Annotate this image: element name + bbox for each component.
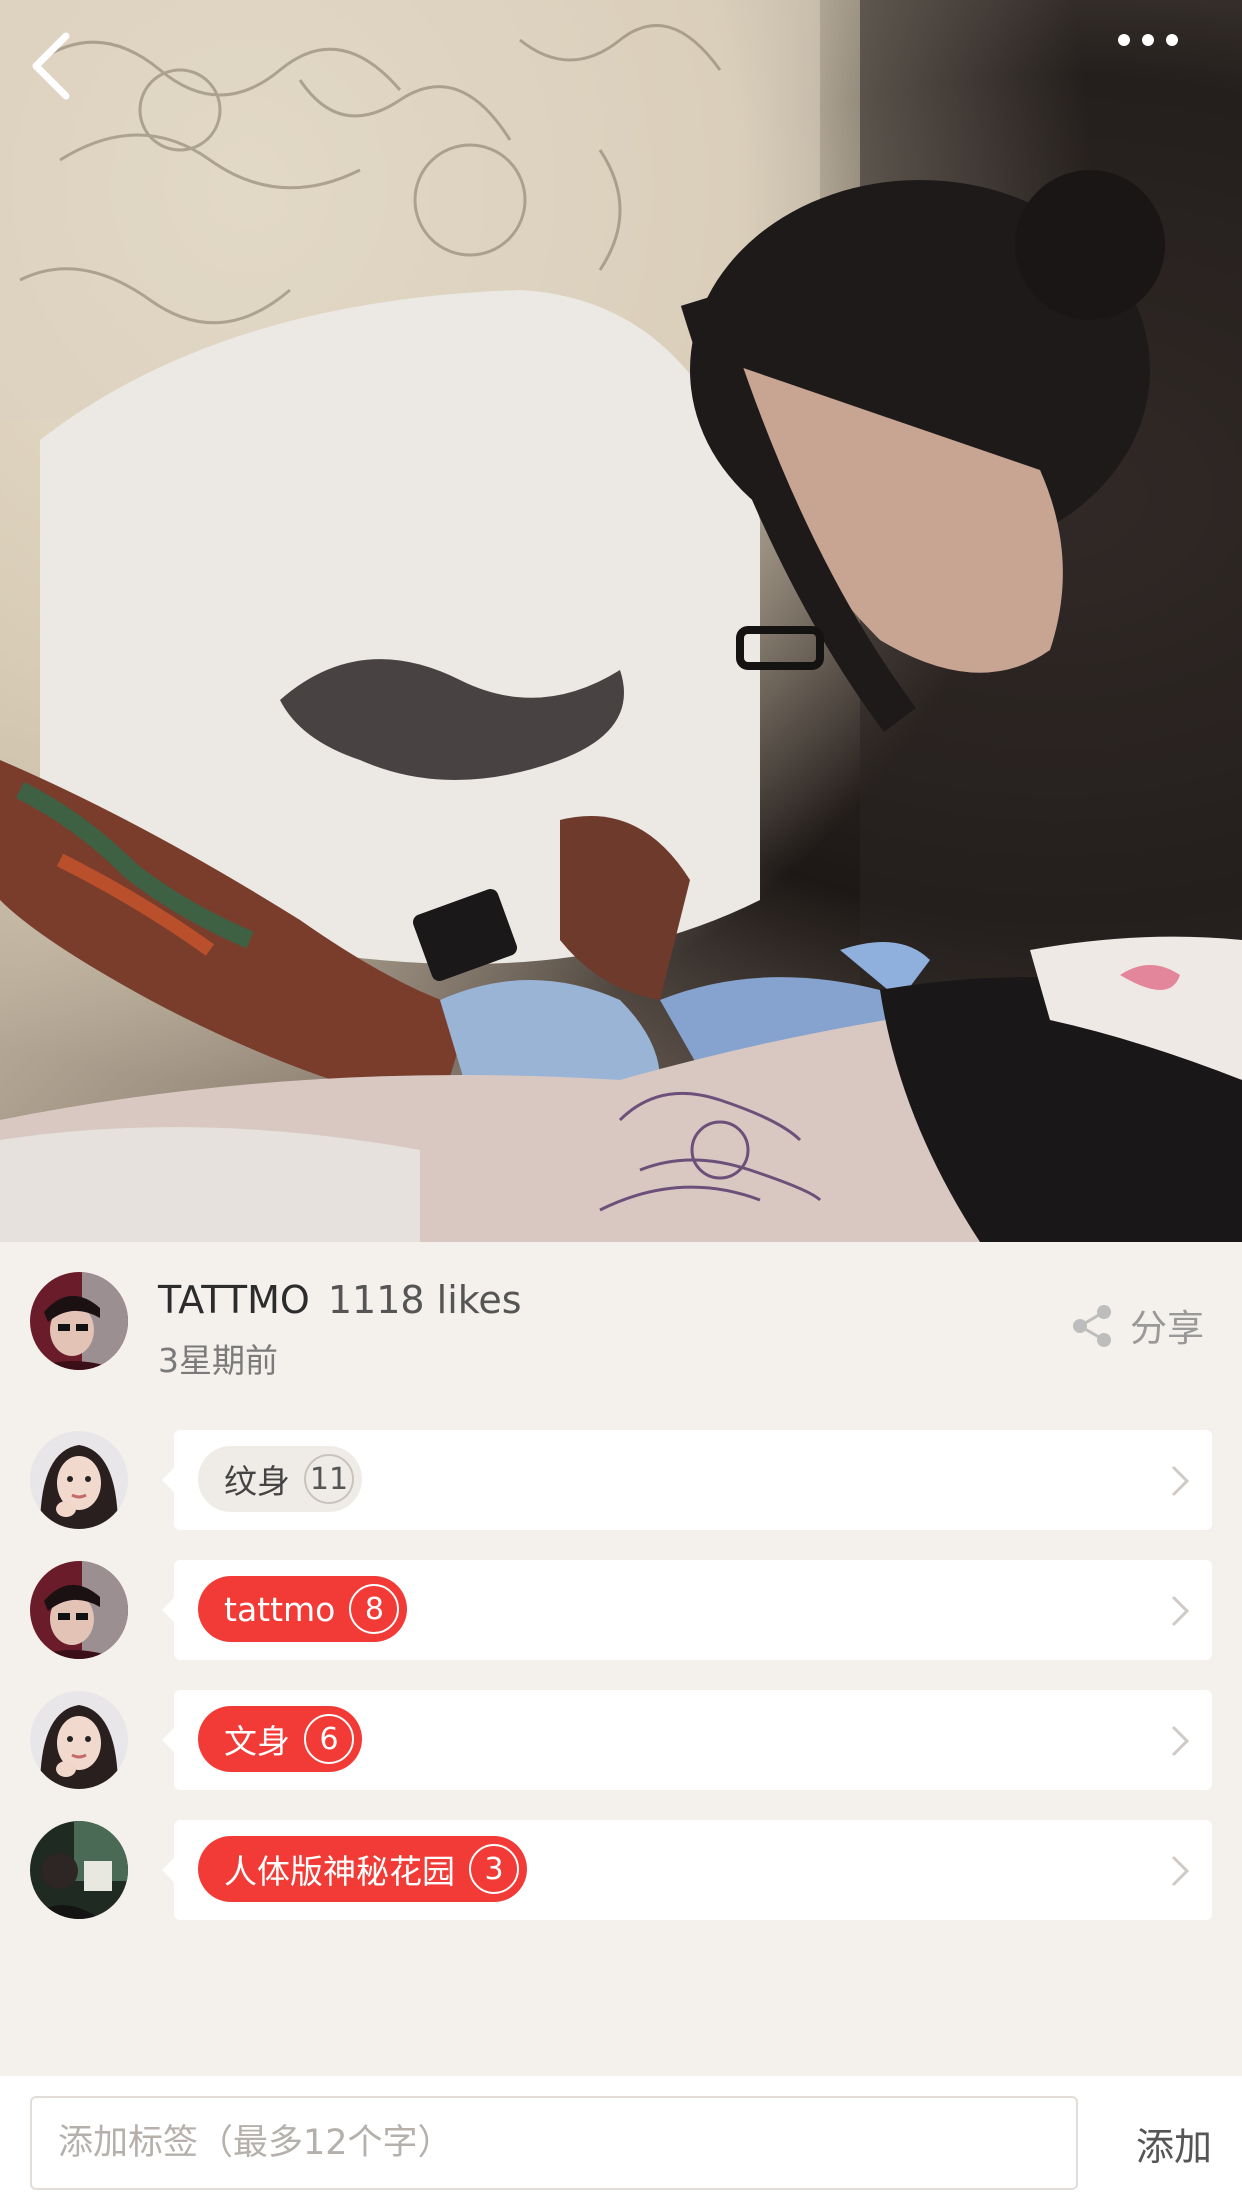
chevron-left-icon — [32, 32, 70, 100]
user-avatar-image — [30, 1431, 128, 1529]
more-horizontal-icon — [1118, 34, 1178, 46]
chevron-right-icon — [1171, 1725, 1190, 1757]
chevron-right-icon — [1171, 1855, 1190, 1887]
more-button[interactable] — [1116, 30, 1216, 130]
author-name-line: TATTMO 1118 likes — [158, 1278, 522, 1322]
avatar[interactable] — [30, 1272, 128, 1370]
tag-pill[interactable]: tattmo 8 — [198, 1576, 408, 1642]
tag-label: 纹身 — [224, 1462, 290, 1501]
post-photo — [0, 0, 1242, 1242]
list-item: 文身 6 — [0, 1690, 1242, 1790]
back-button[interactable] — [26, 30, 126, 130]
tag-input[interactable] — [30, 2096, 1078, 2190]
list-item: 人体版神秘花园 3 — [0, 1820, 1242, 1920]
share-label: 分享 — [1130, 1307, 1204, 1350]
tag-pill[interactable]: 纹身 11 — [198, 1446, 362, 1512]
tag-label: 人体版神秘花园 — [224, 1852, 455, 1891]
likes-count: 1118 likes — [327, 1278, 522, 1322]
author-avatar-image — [30, 1272, 128, 1370]
author-name[interactable]: TATTMO — [158, 1278, 310, 1322]
user-avatar-image — [30, 1691, 128, 1789]
tag-card[interactable]: 纹身 11 — [162, 1430, 1212, 1530]
tag-card[interactable]: 人体版神秘花园 3 — [162, 1820, 1212, 1920]
tag-count-badge: 11 — [304, 1454, 354, 1504]
avatar[interactable] — [30, 1561, 128, 1659]
chevron-right-icon — [1171, 1465, 1190, 1497]
add-tag-button[interactable]: 添加 — [1136, 2116, 1212, 2171]
list-item: tattmo 8 — [0, 1560, 1242, 1660]
user-avatar-image — [30, 1821, 128, 1919]
list-item: 纹身 11 — [0, 1430, 1242, 1530]
tag-card[interactable]: 文身 6 — [162, 1690, 1212, 1790]
share-icon — [1073, 1305, 1111, 1347]
avatar[interactable] — [30, 1821, 128, 1919]
add-tag-bar: 添加 — [0, 2076, 1242, 2208]
chevron-right-icon — [1171, 1595, 1190, 1627]
post-time: 3星期前 — [158, 1341, 278, 1380]
user-avatar-image — [30, 1561, 128, 1659]
tag-count-badge: 3 — [469, 1844, 519, 1894]
avatar[interactable] — [30, 1691, 128, 1789]
post-author-row: TATTMO 1118 likes 3星期前 分享 — [0, 1242, 1242, 1402]
tag-card[interactable]: tattmo 8 — [162, 1560, 1212, 1660]
tag-count-badge: 6 — [304, 1714, 354, 1764]
tag-pill[interactable]: 文身 6 — [198, 1706, 362, 1772]
tag-label: tattmo — [224, 1589, 336, 1629]
tag-count-badge: 8 — [349, 1584, 400, 1634]
tag-pill[interactable]: 人体版神秘花园 3 — [198, 1836, 527, 1902]
avatar[interactable] — [30, 1431, 128, 1529]
share-button[interactable]: 分享 — [1070, 1298, 1204, 1352]
tag-label: 文身 — [224, 1722, 290, 1761]
photo-illustration — [0, 0, 1242, 1242]
